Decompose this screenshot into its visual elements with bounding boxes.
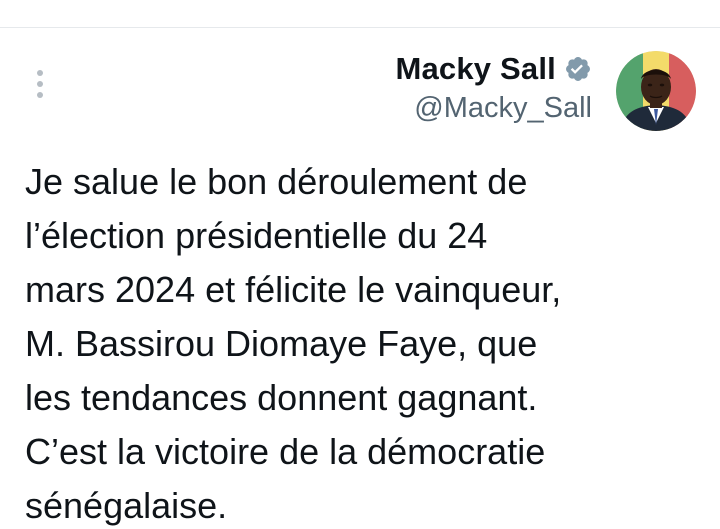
more-options-button[interactable] [24, 64, 56, 104]
author-handle[interactable]: @Macky_Sall [395, 92, 592, 125]
tweet-text-line: les tendances donnent gagnant. [25, 377, 538, 418]
more-options-icon-dot [37, 81, 43, 87]
tweet-text-line: Je salue le bon déroulement de [25, 161, 528, 202]
tweet-text-line: M. Bassirou Diomaye Faye, que [25, 323, 538, 364]
more-options-icon [37, 70, 43, 76]
avatar[interactable] [616, 51, 696, 131]
tweet-text: Je salue le bon déroulement de l’électio… [25, 155, 705, 529]
author-name-row: Macky Sall [395, 50, 592, 88]
tweet-text-line: sénégalaise. [25, 485, 228, 526]
tweet-text-line: mars 2024 et félicite le vainqueur, [25, 269, 562, 310]
more-options-icon-dot [37, 92, 43, 98]
tweet-text-line: l’élection présidentielle du 24 [25, 215, 488, 256]
verified-badge-icon [564, 55, 592, 83]
top-divider [0, 27, 720, 28]
tweet-text-line: C’est la victoire de la démocratie [25, 431, 546, 472]
tweet-author[interactable]: Macky Sall @Macky_Sall [395, 50, 592, 125]
author-display-name[interactable]: Macky Sall [395, 51, 556, 87]
